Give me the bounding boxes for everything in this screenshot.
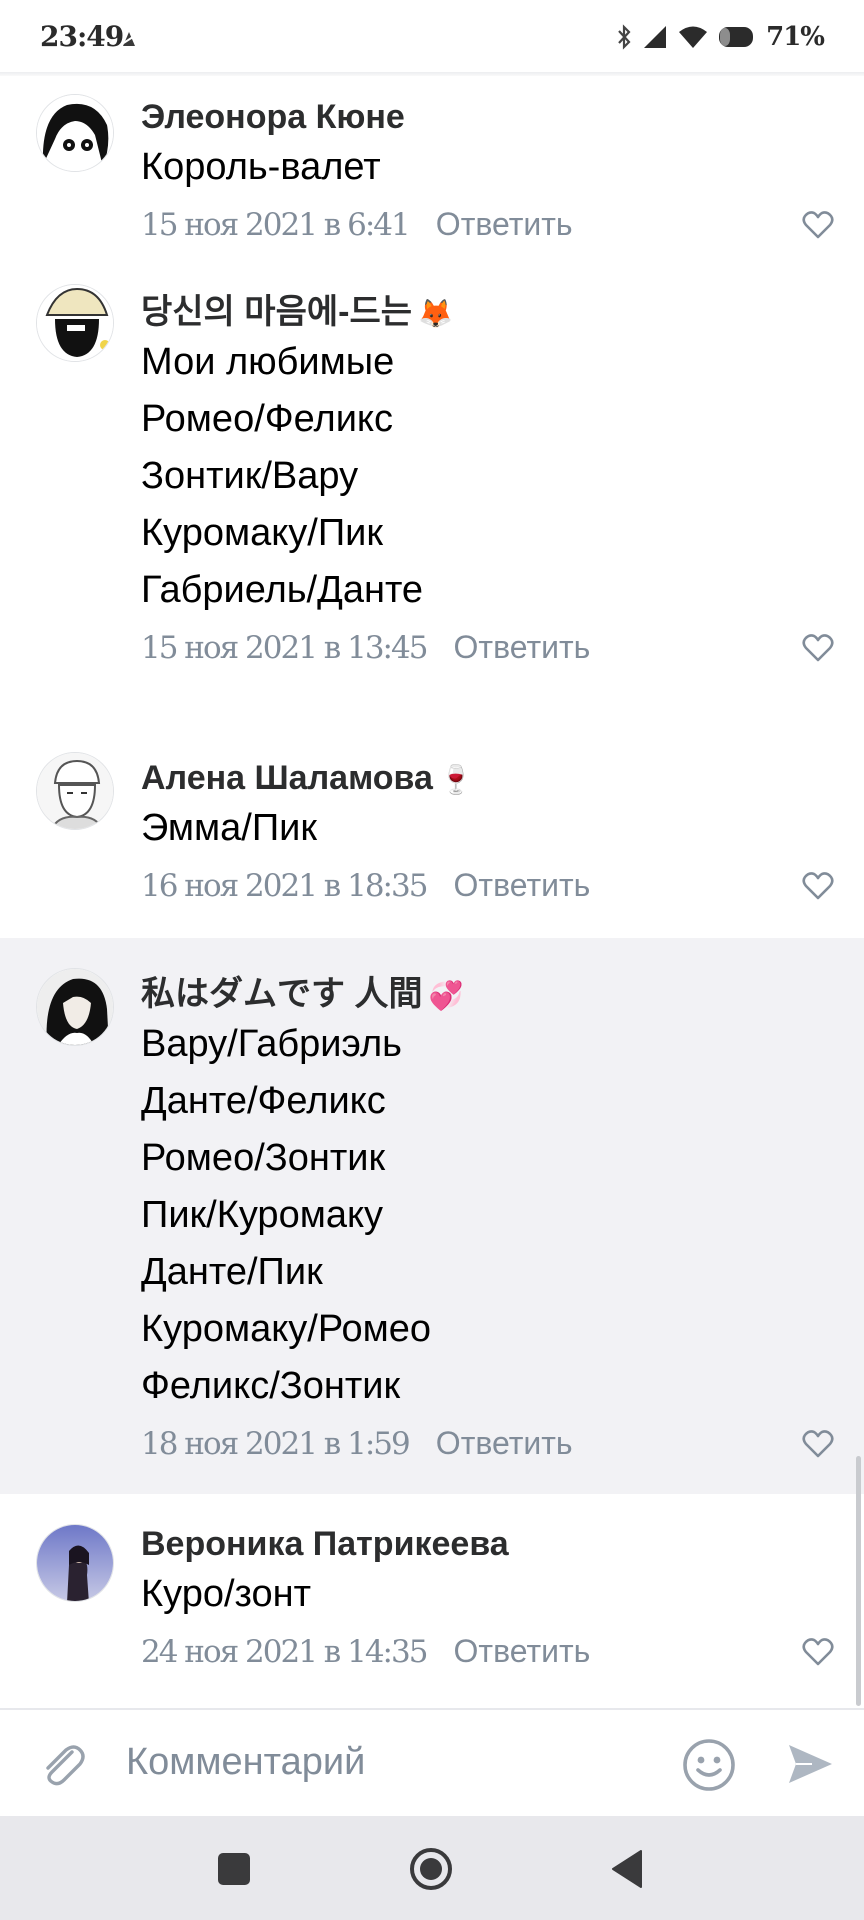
comment-date: 18 ноя 2021 в 1:59 <box>141 1426 411 1462</box>
comment-author[interactable]: Вероника Патрикеева <box>141 1522 834 1566</box>
reply-button[interactable]: Ответить <box>436 1425 573 1461</box>
comment-item: 당신의 마음에-드는 🦊 Мои любимые Ромео/Феликс Зон… <box>0 270 864 720</box>
wine-glass-emoji-icon: 🍷 <box>438 764 474 795</box>
home-circle-icon[interactable] <box>408 1846 454 1892</box>
reply-button[interactable]: Ответить <box>454 629 591 665</box>
comment-text-line: Эмма/Пик <box>141 807 317 849</box>
comment-text-line: Куромаку/Пик <box>141 512 384 554</box>
comment-text-line: Зонтик/Вару <box>141 455 359 497</box>
comment-text-line: Вару/Габриэль <box>141 1023 402 1065</box>
comment-text-line: Король-валет <box>141 146 381 188</box>
comment-text-line: Габриель/Данте <box>141 569 424 611</box>
comment-text-line: Феликс/Зонтик <box>141 1365 401 1407</box>
comment-item: Элеонора Кюне Король-валет 15 ноя 2021 в… <box>0 76 864 256</box>
battery-icon <box>719 27 754 47</box>
like-heart-icon[interactable] <box>802 633 834 663</box>
avatar[interactable] <box>36 968 114 1046</box>
battery-percent: 71% <box>766 22 825 52</box>
like-heart-icon[interactable] <box>802 210 834 240</box>
fox-emoji-icon: 🦊 <box>418 298 453 329</box>
comment-author[interactable]: Элеонора Кюне <box>141 95 834 139</box>
like-heart-icon[interactable] <box>802 871 834 901</box>
comment-text-line: Ромео/Феликс <box>141 398 393 440</box>
comment-meta: 24 ноя 2021 в 14:35 Ответить <box>141 1623 834 1679</box>
comment-item: Алена Шаламова 🍷 Эмма/Пик 16 ноя 2021 в 1… <box>0 728 864 936</box>
system-nav-bar <box>0 1816 864 1920</box>
avatar[interactable] <box>36 752 114 830</box>
paperclip-icon[interactable] <box>38 1738 88 1788</box>
comment-text-line: Пик/Куромаку <box>141 1194 384 1236</box>
comment-meta: 16 ноя 2021 в 18:35 Ответить <box>141 857 834 913</box>
comment-meta: 15 ноя 2021 в 6:41 Ответить <box>141 196 834 252</box>
hearts-emoji-icon: 💞 <box>428 980 464 1011</box>
status-time: 23:49 <box>40 20 124 53</box>
comment-text-line: Ромео/Зонтик <box>141 1137 386 1179</box>
comment-text-line: Куро/зонт <box>141 1573 312 1615</box>
signal-icon <box>644 26 667 48</box>
wifi-icon <box>679 26 708 48</box>
comment-input[interactable]: Комментарий <box>126 1734 365 1790</box>
scrollbar[interactable] <box>856 1456 861 1706</box>
status-icons: 71% <box>616 22 825 52</box>
avatar[interactable] <box>36 94 114 172</box>
comment-author[interactable]: 私はダムです 人間 💞 <box>141 972 834 1016</box>
comment-date: 16 ноя 2021 в 18:35 <box>141 868 428 904</box>
comment-author[interactable]: Алена Шаламова 🍷 <box>141 756 834 800</box>
comment-text-line: Мои любимые <box>141 341 395 383</box>
comment-text-line: Данте/Пик <box>141 1251 323 1293</box>
comment-input-bar: Комментарий <box>0 1708 864 1816</box>
comment-date: 15 ноя 2021 в 13:45 <box>141 630 428 666</box>
comment-text-line: Данте/Феликс <box>141 1080 386 1122</box>
back-triangle-icon[interactable] <box>605 1846 651 1892</box>
comment-meta: 18 ноя 2021 в 1:59 Ответить <box>141 1415 834 1471</box>
reply-button[interactable]: Ответить <box>436 206 573 242</box>
like-heart-icon[interactable] <box>802 1637 834 1667</box>
comment-author[interactable]: 당신의 마음에-드는 🦊 <box>141 290 834 334</box>
avatar[interactable] <box>36 284 114 362</box>
recents-square-icon[interactable] <box>211 1846 257 1892</box>
status-bar: 23:49 71% <box>0 0 864 74</box>
comment-item-highlighted: 私はダムです 人間 💞 Вару/Габриэль Данте/Феликс Ро… <box>0 938 864 1494</box>
comment-item: Вероника Патрикеева Куро/зонт 24 ноя 202… <box>0 1494 864 1708</box>
notification-icon <box>121 32 137 46</box>
send-icon[interactable] <box>786 1740 834 1788</box>
avatar[interactable] <box>36 1524 114 1602</box>
bluetooth-icon <box>618 24 631 50</box>
comments-list[interactable]: Элеонора Кюне Король-валет 15 ноя 2021 в… <box>0 76 864 1708</box>
reply-button[interactable]: Ответить <box>454 1633 591 1669</box>
smile-icon[interactable] <box>682 1738 736 1792</box>
reply-button[interactable]: Ответить <box>454 867 591 903</box>
comment-date: 15 ноя 2021 в 6:41 <box>141 207 411 243</box>
comment-text-line: Куромаку/Ромео <box>141 1308 432 1350</box>
comment-meta: 15 ноя 2021 в 13:45 Ответить <box>141 619 834 675</box>
comment-date: 24 ноя 2021 в 14:35 <box>141 1634 428 1670</box>
like-heart-icon[interactable] <box>802 1429 834 1459</box>
